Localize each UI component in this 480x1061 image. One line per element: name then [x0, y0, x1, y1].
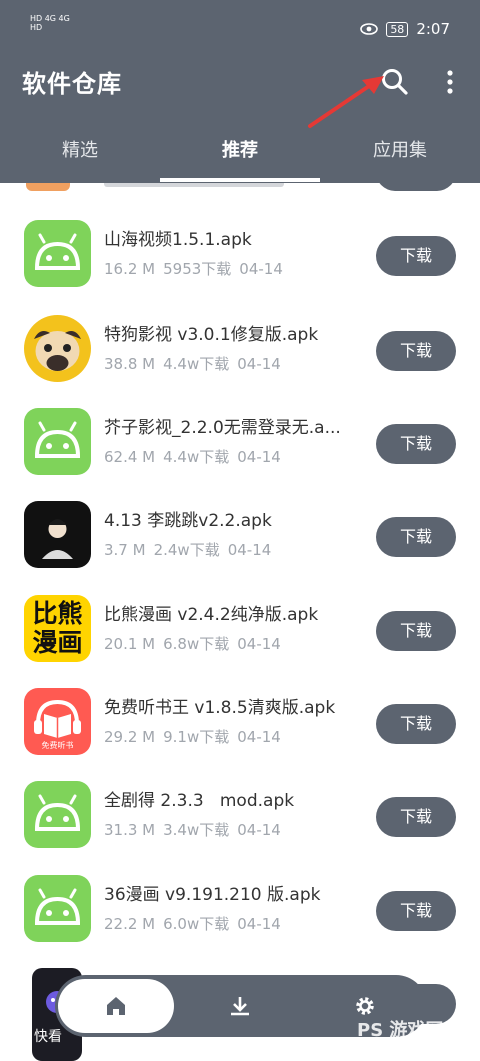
partial-icon-text: 快看 [34, 1029, 62, 1045]
list-item[interactable]: 36漫画 v9.191.210 版.apk 22.2 M 6.0w下载 04-14 … [0, 875, 480, 968]
download-button[interactable]: 下载 [376, 331, 456, 371]
app-meta: 62.4 M 4.4w下载 04-14 [104, 448, 281, 466]
list-item[interactable]: 免费听书 免费听书王 v1.8.5清爽版.apk 29.2 M 9.1w下载 04-… [0, 688, 480, 781]
app-meta: 16.2 M 5953下载 04-14 [104, 260, 283, 278]
home-icon [107, 997, 125, 1015]
tab-recommended[interactable]: 推荐 [160, 128, 320, 183]
android-icon [24, 875, 91, 942]
android-icon [24, 220, 91, 287]
page-title: 软件仓库 [22, 70, 122, 98]
download-button[interactable]: 下载 [376, 424, 456, 464]
nav-home[interactable] [58, 979, 174, 1033]
app-name: 4.13 李跳跳v2.2.apk [104, 511, 272, 531]
app-name: 比熊漫画 v2.4.2纯净版.apk [104, 605, 319, 625]
partial-list-item [0, 183, 480, 193]
download-icon[interactable] [228, 994, 252, 1018]
book-headphone-icon: 免费听书 [24, 688, 91, 755]
tab-indicator [160, 178, 320, 182]
app-name: 全剧得 2.3.3 mod.apk [104, 791, 295, 811]
app-meta: 20.1 M 6.8w下载 04-14 [104, 635, 281, 653]
download-button[interactable]: 下载 [376, 611, 456, 651]
android-icon [24, 781, 91, 848]
tab-featured[interactable]: 精选 [0, 128, 160, 183]
download-button[interactable]: 下载 [376, 517, 456, 557]
app-header: HD 4G 4G HD 58 2:07 软件仓库 精选 推荐 应用集 [0, 0, 480, 183]
app-name: 特狗影视 v3.0.1修复版.apk [104, 325, 319, 345]
list-item[interactable]: 4.13 李跳跳v2.2.apk 3.7 M 2.4w下载 04-14 下载 [0, 501, 480, 594]
tab-collections[interactable]: 应用集 [320, 128, 480, 183]
app-meta: 3.7 M 2.4w下载 04-14 [104, 541, 272, 559]
clock: 2:07 [416, 20, 450, 38]
list-item[interactable]: 全剧得 2.3.3 mod.apk 31.3 M 3.4w下载 04-14 下载 [0, 781, 480, 874]
app-name: 36漫画 v9.191.210 版.apk [104, 885, 321, 905]
app-name: 免费听书王 v1.8.5清爽版.apk [104, 698, 336, 718]
android-icon [24, 408, 91, 475]
status-bar: HD 4G 4G HD 58 2:07 [0, 0, 480, 46]
app-meta: 31.3 M 3.4w下载 04-14 [104, 821, 281, 839]
app-meta: 38.8 M 4.4w下载 04-14 [104, 355, 281, 373]
hd-text: HD [30, 23, 43, 32]
settings-icon[interactable] [353, 994, 377, 1018]
app-name: 山海视频1.5.1.apk [104, 230, 252, 250]
signal-text: HD 4G 4G [30, 14, 70, 23]
signal-indicators: HD 4G 4G HD [30, 14, 70, 32]
pug-icon [24, 315, 91, 382]
app-name: 芥子影视_2.2.0无需登录无.a... [104, 418, 341, 438]
download-button[interactable]: 下载 [376, 236, 456, 276]
eye-icon [360, 23, 379, 35]
list-item[interactable]: 比熊漫画 比熊漫画 v2.4.2纯净版.apk 20.1 M 6.8w下载 04-1… [0, 595, 480, 688]
download-button[interactable]: 下载 [376, 891, 456, 931]
app-meta: 29.2 M 9.1w下载 04-14 [104, 728, 281, 746]
list-item[interactable]: 山海视频1.5.1.apk 16.2 M 5953下载 04-14 下载 [0, 220, 480, 313]
more-vert-icon[interactable] [440, 68, 460, 96]
avatar-icon [24, 501, 91, 568]
app-meta: 22.2 M 6.0w下载 04-14 [104, 915, 281, 933]
battery-indicator: 58 [386, 21, 409, 37]
download-button[interactable]: 下载 [376, 797, 456, 837]
tab-bar: 精选 推荐 应用集 [0, 128, 480, 183]
bixiong-icon: 比熊漫画 [24, 595, 91, 662]
list-item[interactable]: 芥子影视_2.2.0无需登录无.a... 62.4 M 4.4w下载 04-14 下… [0, 408, 480, 501]
list-item[interactable]: 特狗影视 v3.0.1修复版.apk 38.8 M 4.4w下载 04-14 下载 [0, 315, 480, 408]
download-button[interactable]: 下载 [376, 704, 456, 744]
watermark: PS 游戏网 [357, 1020, 444, 1041]
